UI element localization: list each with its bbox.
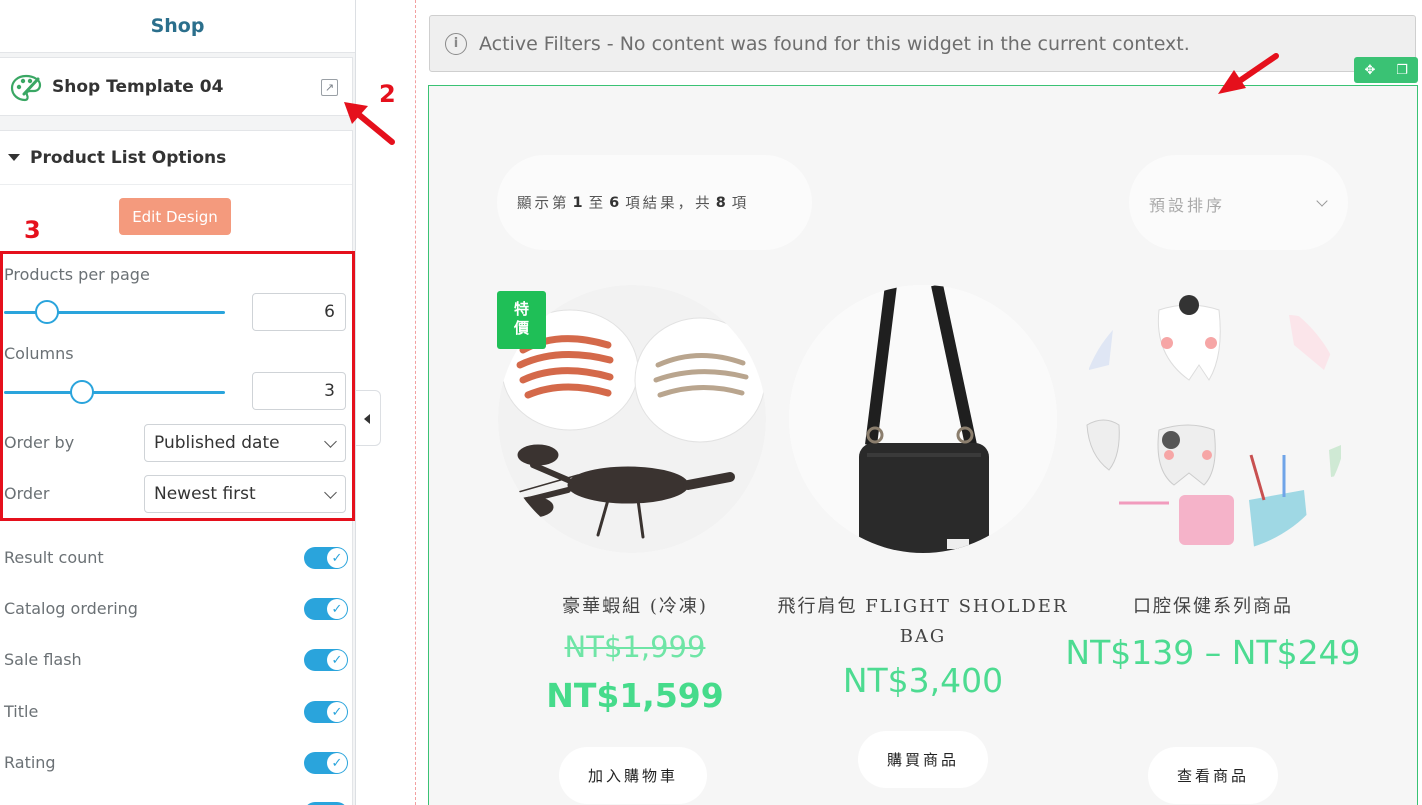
check-icon: ✓	[327, 753, 347, 773]
title-label: Title	[4, 702, 39, 721]
caret-down-icon	[8, 154, 20, 161]
template-card[interactable]: Shop Template 04 ↗	[0, 57, 353, 116]
panel-header: Shop	[0, 0, 355, 53]
settings-panel: Shop Shop Template 04 ↗ Product List Opt…	[0, 0, 356, 805]
order-by-label: Order by	[4, 433, 75, 452]
canvas-guide	[415, 0, 416, 805]
product-list-options: Product List Options Edit Design	[0, 130, 353, 805]
order-value: Newest first	[154, 484, 256, 504]
sort-value: 預設排序	[1149, 196, 1226, 215]
annotation-3: 3	[24, 216, 41, 244]
caret-left-icon	[364, 414, 370, 424]
template-name: Shop Template 04	[52, 77, 224, 97]
info-icon: i	[445, 32, 467, 55]
chevron-down-icon	[324, 486, 337, 499]
product-price: NT$3,400	[842, 661, 1004, 700]
annotation-2: 2	[379, 80, 396, 108]
order-label: Order	[4, 484, 50, 503]
result-count-toggle[interactable]: ✓	[304, 547, 348, 569]
product-image-bag[interactable]	[789, 285, 1057, 553]
collapse-panel-handle[interactable]	[356, 390, 381, 446]
buy-product-button[interactable]: 購買商品	[858, 731, 988, 788]
result-count: 顯示第 1 至 6 項結果，共 8 項	[497, 155, 812, 250]
sale-flash-label: Sale flash	[4, 650, 82, 669]
result-mid: 至	[588, 196, 607, 212]
result-count-label: Result count	[4, 548, 104, 567]
section-header[interactable]: Product List Options	[0, 131, 352, 185]
result-from: 1	[572, 194, 586, 211]
product-title[interactable]: 口腔保健系列商品	[1063, 592, 1363, 622]
chevron-down-icon	[1316, 195, 1328, 207]
catalog-ordering-label: Catalog ordering	[4, 599, 138, 618]
columns-slider[interactable]	[4, 380, 225, 404]
chevron-down-icon	[324, 435, 337, 448]
move-icon[interactable]: ✥	[1354, 57, 1386, 83]
product-price: NT$139 – NT$249	[1065, 633, 1361, 672]
product-price: NT$1,599	[546, 676, 724, 715]
product-title[interactable]: 飛行肩包 FLIGHT SHOLDER BAG	[773, 592, 1073, 652]
products-per-page-input[interactable]: 6	[252, 293, 346, 331]
add-to-cart-button[interactable]: 加入購物車	[559, 747, 707, 804]
title-toggle[interactable]: ✓	[304, 701, 348, 723]
rating-label: Rating	[4, 753, 56, 772]
check-icon: ✓	[327, 702, 347, 722]
result-suffix: 項	[731, 196, 750, 212]
external-link-icon[interactable]: ↗	[321, 79, 338, 96]
order-by-value: Published date	[154, 433, 280, 453]
result-prefix: 顯示第	[517, 196, 570, 212]
sale-flash-toggle[interactable]: ✓	[304, 649, 348, 671]
result-mid2: 項結果，共	[625, 196, 713, 212]
active-filters-notice: i Active Filters - No content was found …	[429, 15, 1416, 72]
result-total: 8	[715, 194, 729, 211]
product-old-price: NT$1,999	[564, 630, 706, 664]
products-per-page-slider[interactable]	[4, 300, 225, 324]
slider-track	[4, 391, 225, 394]
result-to: 6	[609, 194, 623, 211]
order-by-select[interactable]: Published date	[144, 424, 346, 462]
app-root: Shop Shop Template 04 ↗ Product List Opt…	[0, 0, 1422, 805]
section-title: Product List Options	[30, 147, 227, 168]
panel-title: Shop	[150, 15, 205, 37]
active-filters-text: Active Filters - No content was found fo…	[479, 32, 1190, 55]
view-product-button[interactable]: 查看商品	[1148, 747, 1278, 804]
catalog-ordering-toggle[interactable]: ✓	[304, 598, 348, 620]
product-image-dental[interactable]	[1079, 285, 1347, 553]
widget-toolbar: ✥ ❐	[1354, 57, 1418, 83]
columns-label: Columns	[4, 344, 74, 363]
slider-knob[interactable]	[70, 380, 94, 404]
duplicate-icon[interactable]: ❐	[1386, 57, 1418, 83]
sale-badge: 特價	[497, 291, 546, 349]
product-title[interactable]: 豪華蝦組 (冷凍)	[485, 592, 785, 622]
columns-input[interactable]: 3	[252, 372, 346, 410]
check-icon: ✓	[327, 548, 347, 568]
slider-knob[interactable]	[35, 300, 59, 324]
products-per-page-label: Products per page	[4, 265, 150, 284]
palette-icon	[10, 74, 42, 102]
rating-toggle[interactable]: ✓	[304, 752, 348, 774]
check-icon: ✓	[327, 599, 347, 619]
order-select[interactable]: Newest first	[144, 475, 346, 513]
edit-design-button[interactable]: Edit Design	[119, 198, 231, 235]
sort-select[interactable]: 預設排序	[1129, 155, 1348, 250]
check-icon: ✓	[327, 650, 347, 670]
